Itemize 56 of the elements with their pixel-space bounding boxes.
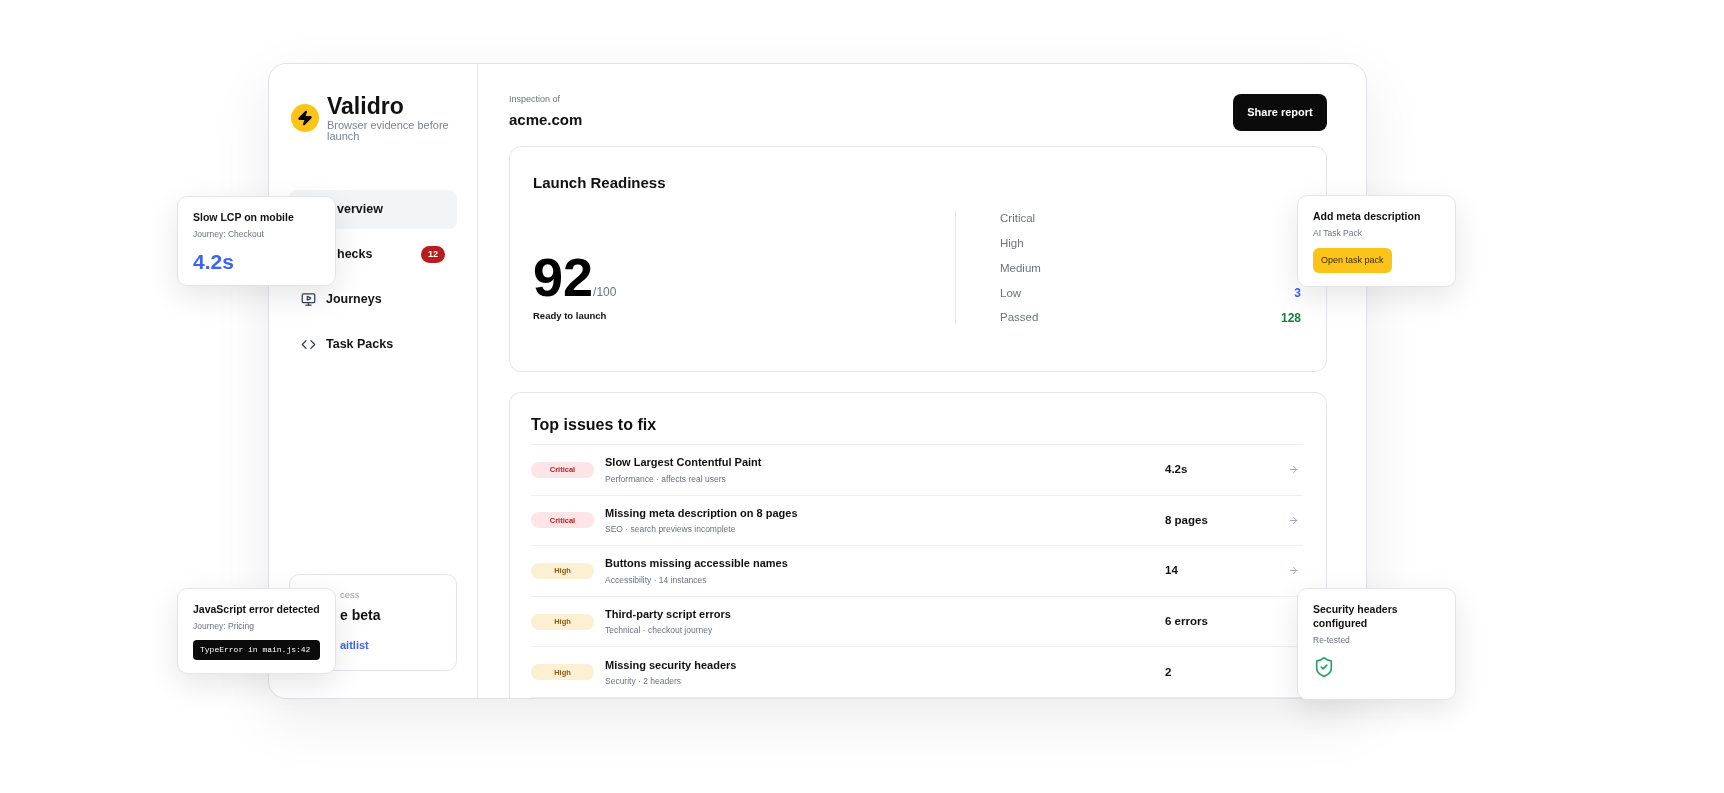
severity-count: 128	[1280, 310, 1301, 328]
card-subtitle: Re-tested	[1313, 634, 1351, 647]
issue-value: 6 errors	[1165, 613, 1209, 629]
issue-value: 2	[1165, 664, 1173, 680]
issue-meta: Accessibility · 14 instances	[605, 573, 708, 587]
issue-title: Buttons missing accessible names	[605, 556, 789, 572]
card-subtitle: AI Task Pack	[1313, 227, 1363, 240]
brand-tagline: Browser evidence before launch	[327, 120, 449, 142]
logo-icon	[291, 104, 319, 132]
issue-meta: Security · 2 headers	[605, 675, 683, 688]
arrow-right-icon[interactable]	[1288, 464, 1299, 476]
severity-count: 3	[1294, 285, 1301, 303]
site-name: acme.com	[509, 109, 583, 130]
brand-name: Validro	[327, 92, 405, 120]
card-subtitle: Journey: Pricing	[193, 620, 255, 633]
metric-value: 4.2s	[193, 250, 235, 272]
severity-label: Critical	[1000, 211, 1036, 227]
card-title: e beta	[340, 606, 382, 626]
issue-value: 8 pages	[1165, 512, 1209, 528]
issue-title: Missing security headers	[605, 657, 738, 673]
card-title: Add meta description	[1313, 209, 1422, 223]
issue-meta: Performance · affects real users	[605, 472, 727, 486]
issue-meta: SEO · search previews incomplete	[605, 523, 737, 536]
waitlist-link[interactable]: aitlist	[340, 637, 456, 654]
card-heading: Launch Readiness	[533, 173, 667, 193]
count-badge: 12	[421, 245, 445, 264]
card-subtitle: Journey: Checkout	[193, 228, 265, 241]
issue-meta: Technical · checkout journey	[605, 624, 714, 638]
severity-label: Low	[1000, 285, 1022, 301]
issue-value: 14	[1165, 563, 1179, 579]
card-eyebrow: cess	[340, 588, 361, 602]
open-task-pack-button[interactable]: Open task pack	[1313, 247, 1392, 273]
share-report-button[interactable]: Share report	[1233, 94, 1327, 131]
card-title: Security headers configured	[1313, 602, 1399, 630]
card-title: JavaScript error detected	[193, 602, 320, 616]
severity-label: Medium	[1000, 260, 1041, 276]
code-icon	[301, 337, 316, 352]
severity-label: Passed	[1000, 310, 1039, 326]
nav-item[interactable]: Journeys	[289, 280, 457, 319]
card-heading: Top issues to fix	[531, 415, 658, 435]
inspection-label: Inspection of	[509, 93, 562, 106]
status-label: Ready to launch	[533, 309, 608, 324]
nav-item[interactable]: Task Packs	[289, 325, 457, 364]
nav-item[interactable]: hecks 12	[289, 235, 457, 274]
monitor-play-icon	[301, 292, 316, 307]
issue-title: Slow Largest Contentful Paint	[605, 455, 763, 471]
score-max: /100	[593, 285, 617, 302]
shield-check-icon	[1313, 654, 1335, 679]
error-code: TypeError in main.js:42	[193, 639, 320, 660]
issue-title: Missing meta description on 8 pages	[605, 505, 799, 521]
arrow-right-icon[interactable]	[1288, 514, 1299, 526]
issue-title: Third-party script errors	[605, 606, 732, 622]
issue-value: 4.2s	[1165, 462, 1189, 478]
score-value: 92	[533, 249, 594, 306]
arrow-right-icon[interactable]	[1288, 565, 1299, 577]
severity-label: High	[1000, 236, 1024, 252]
